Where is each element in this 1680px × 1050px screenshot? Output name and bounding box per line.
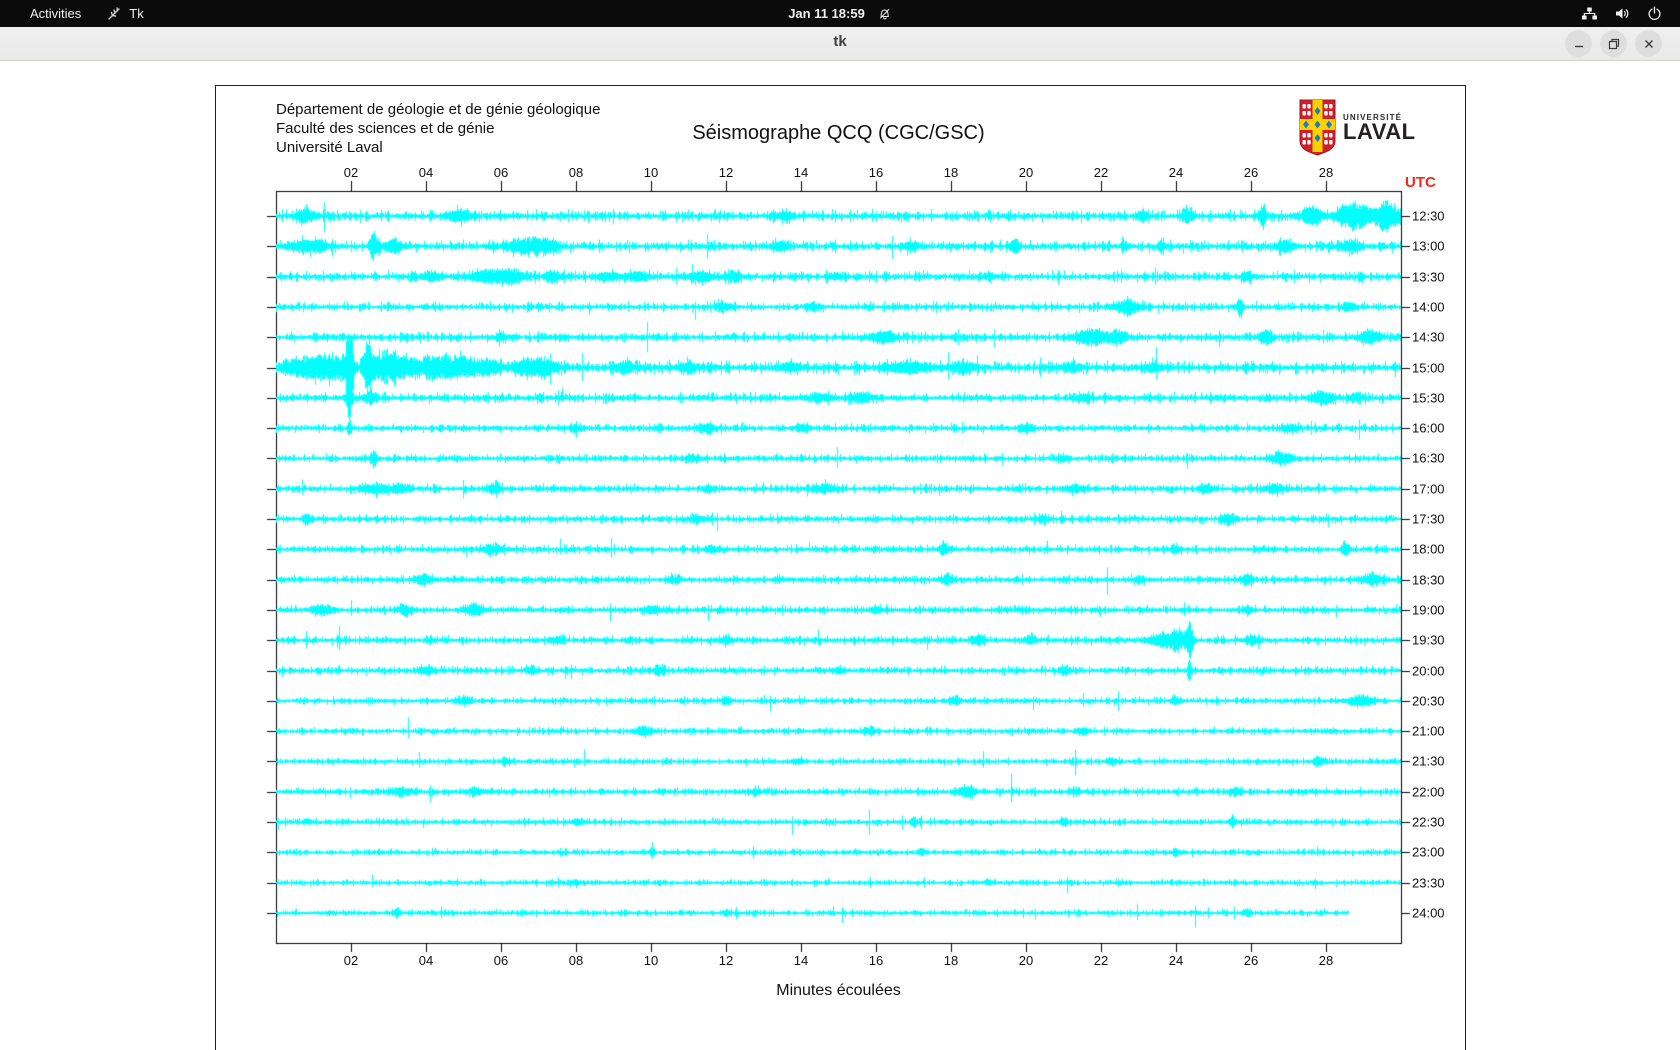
utc-time-label: 19:30 [1412,632,1445,648]
x-tick-label-top: 28 [1318,165,1334,180]
minimize-icon [1574,45,1583,47]
window-titlebar: tk [0,27,1680,61]
x-tick-label-top: 26 [1243,165,1259,180]
x-tick-label-top: 18 [943,165,959,180]
utc-time-label: 21:30 [1412,753,1445,769]
x-tick-label-bottom: 18 [943,953,959,968]
x-tick-label-bottom: 10 [643,953,659,968]
restore-icon [1608,38,1619,49]
x-tick-label-bottom: 14 [793,953,809,968]
app-menu[interactable]: Tk [107,6,144,21]
utc-time-label: 17:30 [1412,511,1445,527]
x-tick-label-bottom: 16 [868,953,884,968]
power-icon[interactable] [1647,6,1662,21]
utc-time-label: 22:00 [1412,784,1445,800]
window-title: tk [833,33,847,50]
laval-logo: UNIVERSITÉ LAVAL [1299,99,1416,156]
x-tick-label-top: 04 [418,165,434,180]
utc-time-label: 18:30 [1412,572,1445,588]
x-tick-label-bottom: 06 [493,953,509,968]
seismograph-window: Département de géologie et de génie géol… [215,85,1466,1050]
x-tick-label-top: 08 [568,165,584,180]
utc-time-label: 21:00 [1412,723,1445,739]
screen: Activities Tk Jan 11 18:59 tk Départemen… [0,0,1680,1050]
close-button[interactable] [1635,30,1662,57]
utc-time-label: 16:00 [1412,420,1445,436]
x-tick-label-bottom: 22 [1093,953,1109,968]
x-tick-label-top: 14 [793,165,809,180]
x-axis-title: Minutes écoulées [776,982,901,999]
utc-time-label: 20:00 [1412,663,1445,678]
x-tick-label-bottom: 04 [418,953,434,968]
utc-time-label: 17:00 [1412,481,1445,497]
x-tick-label-top: 16 [868,165,884,180]
utc-time-label: 23:30 [1412,875,1445,891]
seismogram-canvas [216,86,1463,1050]
tk-feather-icon [108,7,120,20]
utc-time-label: 15:30 [1412,390,1445,406]
x-tick-label-top: 02 [343,165,359,180]
x-tick-label-bottom: 28 [1318,953,1334,968]
minimize-button[interactable] [1565,30,1592,57]
x-tick-label-top: 12 [718,165,734,180]
utc-time-label: 12:30 [1412,208,1445,224]
top-bar: Activities Tk Jan 11 18:59 [0,0,1680,27]
utc-time-label: 16:30 [1412,450,1445,466]
utc-time-label: 14:30 [1412,329,1445,345]
laval-logo-text: UNIVERSITÉ LAVAL [1343,113,1416,144]
utc-label: UTC [1405,174,1436,191]
utc-time-label: 13:00 [1412,238,1445,254]
x-tick-label-top: 24 [1168,165,1184,180]
x-tick-label-top: 06 [493,165,509,180]
utc-time-label: 13:30 [1412,269,1445,285]
utc-time-label: 18:00 [1412,541,1445,557]
laval-logo-line2: LAVAL [1343,119,1416,144]
x-tick-label-top: 10 [643,165,659,180]
x-tick-label-bottom: 12 [718,953,734,968]
institution-line-1: Département de géologie et de génie géol… [276,101,601,118]
utc-time-label: 22:30 [1412,814,1445,830]
plot-title: Séismographe QCQ (CGC/GSC) [692,122,985,144]
utc-time-label: 23:00 [1412,844,1445,860]
x-tick-label-bottom: 08 [568,953,584,968]
network-wired-icon[interactable] [1581,6,1598,21]
utc-time-label: 14:00 [1412,299,1445,315]
close-icon [1644,39,1653,48]
x-tick-label-bottom: 20 [1018,953,1034,968]
x-tick-label-bottom: 02 [343,953,359,968]
utc-time-label: 20:30 [1412,693,1445,709]
laval-shield-icon [1299,99,1336,156]
clock[interactable]: Jan 11 18:59 [788,6,892,21]
notifications-muted-icon [879,8,890,20]
app-menu-label: Tk [129,6,144,21]
volume-icon[interactable] [1614,6,1631,21]
utc-time-label: 15:00 [1412,360,1445,375]
x-tick-label-bottom: 24 [1168,953,1184,968]
utc-time-label: 24:00 [1412,905,1445,921]
activities-button[interactable]: Activities [30,6,81,21]
restore-button[interactable] [1600,30,1627,57]
utc-time-label: 19:00 [1412,602,1445,618]
x-tick-label-bottom: 26 [1243,953,1259,968]
x-tick-label-top: 22 [1093,165,1109,180]
x-tick-label-top: 20 [1018,165,1034,180]
clock-label: Jan 11 18:59 [788,6,865,21]
